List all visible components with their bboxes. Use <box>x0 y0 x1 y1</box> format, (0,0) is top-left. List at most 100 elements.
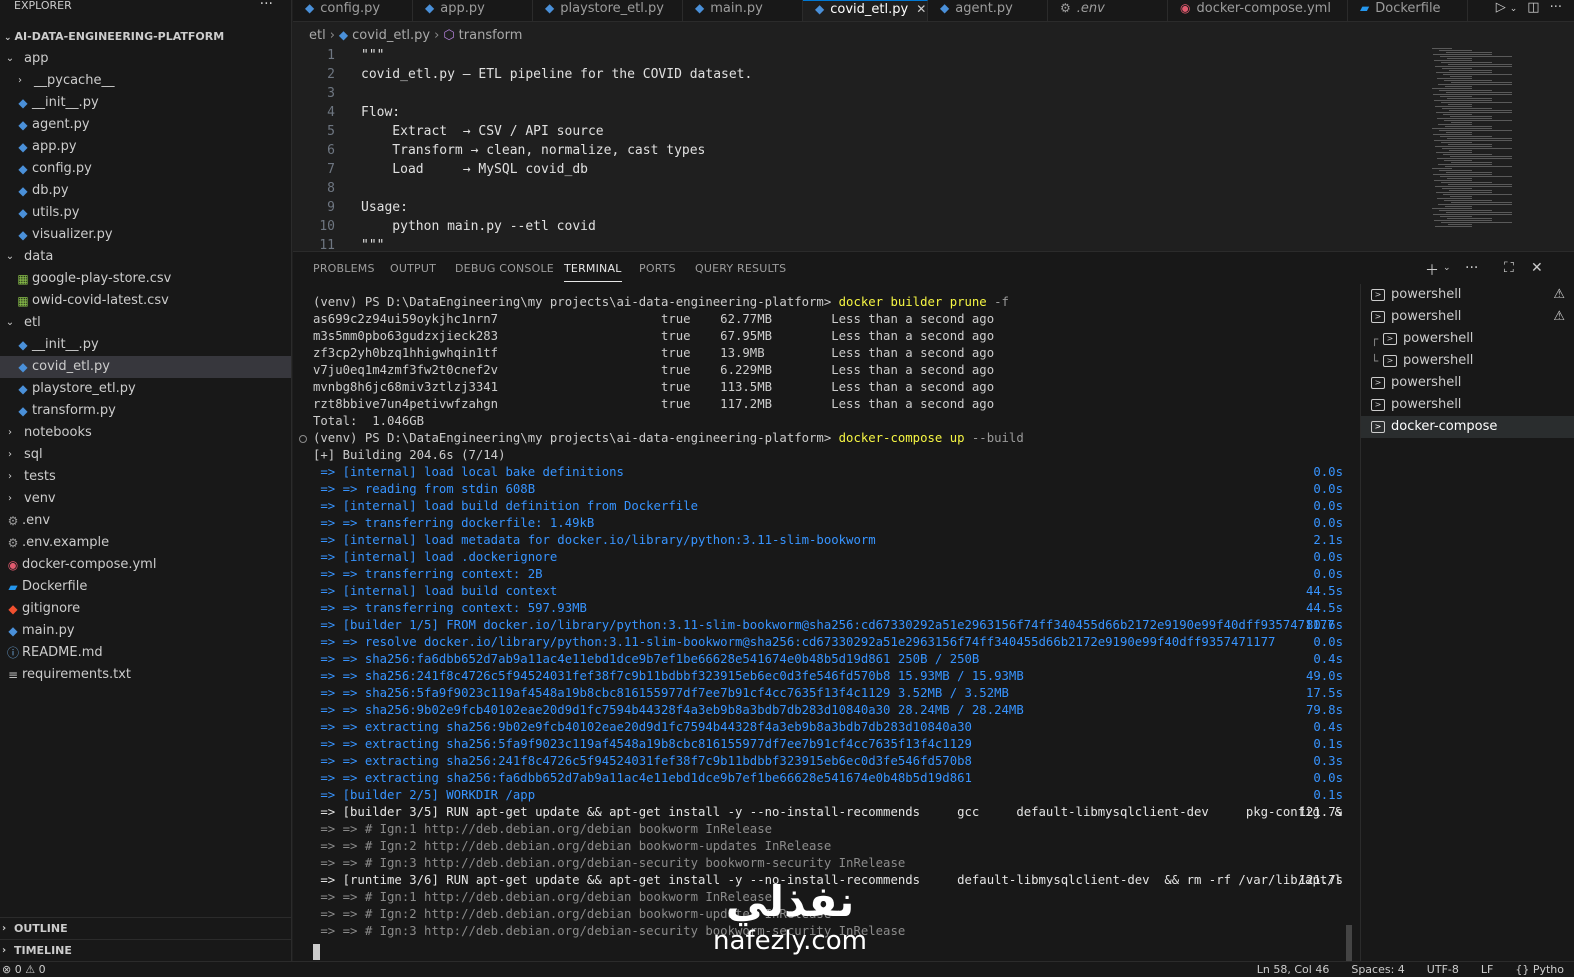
terminal-instance-content: > docker-compose <box>1371 416 1497 438</box>
terminal-line: => => # Ign:1 http://deb.debian.org/debi… <box>313 821 1343 838</box>
terminal-instance[interactable]: └ > powershell <box>1361 350 1574 372</box>
panel-tab-terminal[interactable]: TERMINAL <box>564 262 622 282</box>
terminal-label: powershell <box>1391 397 1462 412</box>
timeline-section[interactable]: › TIMELINE <box>0 939 291 961</box>
file-label: db.py <box>32 183 69 198</box>
status-item[interactable]: Ln 58, Col 46 <box>1257 963 1330 976</box>
minimap-line <box>1445 206 1472 207</box>
minimap-line <box>1432 48 1452 49</box>
file-item[interactable]: ≡ requirements.txt <box>0 664 291 686</box>
close-panel-icon[interactable]: ✕ <box>1531 260 1543 276</box>
file-item[interactable]: ⓘ README.md <box>0 642 291 664</box>
maximize-panel-icon[interactable]: ⛶ <box>1504 260 1514 276</box>
file-item[interactable]: ◆ visualizer.py <box>0 224 291 246</box>
status-item[interactable]: UTF-8 <box>1427 963 1459 976</box>
step-duration: 0.0s <box>1313 567 1343 581</box>
tab--env[interactable]: ⚙ .env <box>1048 0 1168 21</box>
code-text: Usage: <box>361 200 408 215</box>
panel-tab-output[interactable]: OUTPUT <box>390 262 436 282</box>
terminal-instance[interactable]: > powershell <box>1361 394 1574 416</box>
tab-main-py[interactable]: ◆ main.py <box>683 0 803 21</box>
file-item[interactable]: ◆ __init__.py <box>0 92 291 114</box>
terminal-instance[interactable]: > powershell ⚠ <box>1361 284 1574 306</box>
minimap-line <box>1433 54 1492 55</box>
folder-item[interactable]: ⌄ app <box>0 48 291 70</box>
terminal-instance[interactable]: ┌ > powershell <box>1361 328 1574 350</box>
terminal-instance-content: > powershell <box>1371 284 1461 306</box>
outline-section[interactable]: › OUTLINE <box>0 917 291 939</box>
status-item[interactable]: Spaces: 4 <box>1351 963 1404 976</box>
tab-label: covid_etl.py <box>830 2 909 17</box>
terminal-line: => [internal] load build context 44.5s <box>313 583 1343 600</box>
folder-item[interactable]: › venv <box>0 488 291 510</box>
folder-item[interactable]: › __pycache__ <box>0 70 291 92</box>
folder-item[interactable]: › notebooks <box>0 422 291 444</box>
chevron-down-icon[interactable]: ⌄ <box>1443 263 1451 273</box>
file-item[interactable]: ◆ __init__.py <box>0 334 291 356</box>
python-file-icon: ◆ <box>18 228 28 242</box>
more-actions-icon[interactable]: ··· <box>260 0 273 11</box>
terminal-text: => [internal] load .dockerignore <box>313 550 558 564</box>
breadcrumb-symbol[interactable]: transform <box>459 28 523 43</box>
terminal-line: v7ju0eq1m4zmf3fw2t0cnef2v true 6.229MB L… <box>313 362 1343 379</box>
tab-playstore-etl-py[interactable]: ◆ playstore_etl.py <box>533 0 683 21</box>
tab-config-py[interactable]: ◆ config.py <box>293 0 413 21</box>
terminal-instance[interactable]: > powershell <box>1361 372 1574 394</box>
file-item[interactable]: ◆ config.py <box>0 158 291 180</box>
terminal-instance[interactable]: > powershell ⚠ <box>1361 306 1574 328</box>
panel-tab-debug-console[interactable]: DEBUG CONSOLE <box>455 262 554 282</box>
file-item[interactable]: ⚙ .env.example <box>0 532 291 554</box>
file-item[interactable]: ◆ gitignore <box>0 598 291 620</box>
file-item[interactable]: ◆ db.py <box>0 180 291 202</box>
file-item[interactable]: ◆ covid_etl.py <box>0 356 291 378</box>
status-item[interactable]: LF <box>1481 963 1493 976</box>
code-editor[interactable]: 1 """ 2 covid_etl.py — ETL pipeline for the… <box>293 46 1574 250</box>
new-terminal-icon[interactable]: ＋ <box>1425 260 1439 280</box>
file-item[interactable]: ◆ agent.py <box>0 114 291 136</box>
split-editor-icon[interactable]: ◫ <box>1527 0 1539 15</box>
terminal-text: => [builder 3/5] RUN apt-get update && a… <box>313 805 1343 819</box>
terminal-instance[interactable]: > docker-compose <box>1361 416 1574 438</box>
file-item[interactable]: ◉ docker-compose.yml <box>0 554 291 576</box>
more-actions-icon[interactable]: ··· <box>1550 0 1562 15</box>
close-icon[interactable]: ✕ <box>916 2 926 16</box>
panel-tab-ports[interactable]: PORTS <box>639 262 676 282</box>
tab-dockerfile[interactable]: ▰ Dockerfile <box>1348 0 1468 21</box>
file-item[interactable]: ▦ owid-covid-latest.csv <box>0 290 291 312</box>
terminal-output[interactable]: (venv) PS D:\DataEngineering\my projects… <box>293 294 1348 962</box>
terminal-instance-content: > powershell <box>1383 328 1473 350</box>
minimap[interactable] <box>1432 46 1547 250</box>
terminal-text: => => # Ign:1 http://deb.debian.org/debi… <box>313 822 773 836</box>
tab-covid-etl-py[interactable]: ◆ covid_etl.py ✕ <box>803 0 928 21</box>
folder-item[interactable]: › sql <box>0 444 291 466</box>
more-actions-icon[interactable]: ··· <box>1465 260 1478 276</box>
file-item[interactable]: ◆ app.py <box>0 136 291 158</box>
tab-app-py[interactable]: ◆ app.py <box>413 0 533 21</box>
minimap-line <box>1436 72 1492 73</box>
run-icon[interactable]: ▷ <box>1496 0 1506 15</box>
terminal-scrollbar[interactable] <box>1346 925 1352 961</box>
folder-item[interactable]: › tests <box>0 466 291 488</box>
tab-docker-compose-yml[interactable]: ◉ docker-compose.yml <box>1168 0 1348 21</box>
panel-tab-problems[interactable]: PROBLEMS <box>313 262 375 282</box>
breadcrumb-file[interactable]: covid_etl.py <box>352 28 430 43</box>
breadcrumb-folder[interactable]: etl <box>309 28 326 43</box>
file-item[interactable]: ◆ utils.py <box>0 202 291 224</box>
chevron-down-icon[interactable]: ⌄ <box>1510 4 1518 14</box>
status-item[interactable]: {} Pytho <box>1515 963 1564 976</box>
chevron-down-icon: ⌄ <box>5 53 15 64</box>
file-item[interactable]: ▰ Dockerfile <box>0 576 291 598</box>
problems-status[interactable]: ⊗ 0 ⚠ 0 <box>2 962 46 977</box>
file-item[interactable]: ◆ playstore_etl.py <box>0 378 291 400</box>
file-item[interactable]: ◆ main.py <box>0 620 291 642</box>
tab-agent-py[interactable]: ◆ agent.py <box>928 0 1048 21</box>
command-args: --build <box>964 431 1024 445</box>
folder-item[interactable]: ⌄ data <box>0 246 291 268</box>
file-item[interactable]: ▦ google-play-store.csv <box>0 268 291 290</box>
folder-item[interactable]: ⌄ etl <box>0 312 291 334</box>
panel-tab-query-results[interactable]: QUERY RESULTS <box>695 262 786 282</box>
project-header[interactable]: ⌄ AI-DATA-ENGINEERING-PLATFORM <box>0 26 291 48</box>
file-item[interactable]: ◆ transform.py <box>0 400 291 422</box>
minimap-line <box>1432 208 1472 209</box>
file-item[interactable]: ⚙ .env <box>0 510 291 532</box>
